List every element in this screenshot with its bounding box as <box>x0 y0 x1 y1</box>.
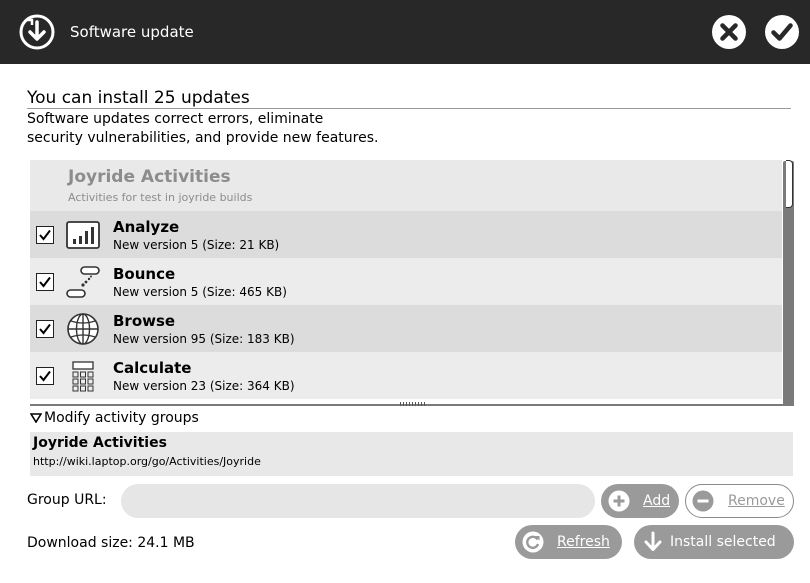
calculate-icon <box>72 361 94 392</box>
plus-circle-icon <box>608 490 630 512</box>
analyze-chart-icon <box>66 221 100 249</box>
cancel-button[interactable] <box>711 14 747 50</box>
ok-button[interactable] <box>764 14 800 50</box>
update-name: Browse <box>113 312 176 330</box>
update-version: New version 5 (Size: 465 KB) <box>113 285 287 299</box>
title-bar: Software update <box>0 0 810 64</box>
group-url-input[interactable] <box>121 484 595 518</box>
update-name: Calculate <box>113 359 192 377</box>
update-row-bounce[interactable]: Bounce New version 5 (Size: 465 KB) <box>30 258 782 305</box>
install-selected-button[interactable]: Install selected <box>634 525 794 559</box>
update-name: Analyze <box>113 218 180 236</box>
add-button-label: Add <box>643 493 671 509</box>
update-version: New version 5 (Size: 21 KB) <box>113 238 280 252</box>
download-arrow-icon <box>644 531 662 551</box>
checkmark-icon <box>39 229 51 241</box>
group-header-description: Activities for test in joyride builds <box>68 191 253 204</box>
update-name: Bounce <box>113 265 176 283</box>
checkmark-icon <box>39 370 51 382</box>
updates-list[interactable]: Joyride Activities Activities for test i… <box>30 160 793 405</box>
description-line-1: Software updates correct errors, elimina… <box>27 111 324 127</box>
update-checkbox[interactable] <box>36 226 54 244</box>
remove-button[interactable]: Remove <box>685 484 794 518</box>
description-line-2: security vulnerabilities, and provide ne… <box>27 130 379 146</box>
download-circle-icon <box>19 14 55 50</box>
update-row-browse[interactable]: Browse New version 95 (Size: 183 KB) <box>30 305 782 352</box>
download-size: Download size: 24.1 MB <box>27 535 195 551</box>
remove-button-label: Remove <box>728 493 785 509</box>
triangle-down-icon <box>29 413 43 424</box>
refresh-icon <box>522 531 544 553</box>
group-header: Joyride Activities Activities for test i… <box>30 160 782 211</box>
browse-globe-icon <box>67 313 99 345</box>
heading-divider <box>27 108 791 109</box>
resize-grip[interactable] <box>400 402 426 406</box>
checkmark-icon <box>39 323 51 335</box>
description: Software updates correct errors, elimina… <box>27 110 627 148</box>
group-list-item[interactable]: Joyride Activities http://wiki.laptop.or… <box>30 432 793 476</box>
update-row-calculate[interactable]: Calculate New version 23 (Size: 364 KB) <box>30 352 782 399</box>
group-name: Joyride Activities <box>33 435 167 451</box>
modify-groups-expander[interactable]: Modify activity groups <box>29 408 199 428</box>
update-checkbox[interactable] <box>36 273 54 291</box>
install-button-label: Install selected <box>670 534 776 550</box>
group-url-label: Group URL: <box>27 492 107 508</box>
page-heading: You can install 25 updates <box>27 88 250 108</box>
window-title: Software update <box>70 23 194 41</box>
checkmark-icon <box>39 276 51 288</box>
group-url-text: http://wiki.laptop.org/go/Activities/Joy… <box>33 455 261 468</box>
modify-groups-label: Modify activity groups <box>44 410 199 426</box>
scrollbar-handle[interactable] <box>786 160 793 208</box>
minus-circle-icon <box>692 490 714 512</box>
add-button[interactable]: Add <box>601 484 679 518</box>
update-checkbox[interactable] <box>36 367 54 385</box>
update-version: New version 23 (Size: 364 KB) <box>113 379 295 393</box>
refresh-button-label: Refresh <box>557 534 610 550</box>
update-version: New version 95 (Size: 183 KB) <box>113 332 295 346</box>
bounce-icon <box>66 266 100 298</box>
update-row-analyze[interactable]: Analyze New version 5 (Size: 21 KB) <box>30 211 782 258</box>
refresh-button[interactable]: Refresh <box>515 525 622 559</box>
update-checkbox[interactable] <box>36 320 54 338</box>
group-header-name: Joyride Activities <box>68 167 231 187</box>
